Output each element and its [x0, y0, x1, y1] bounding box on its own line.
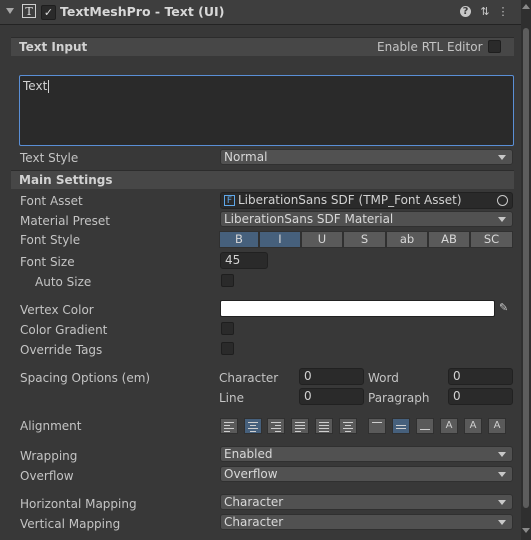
scroll-down-icon[interactable]	[522, 528, 530, 533]
font-asset-icon: F	[224, 195, 235, 206]
vertical-mapping-label: Vertical Mapping	[20, 517, 121, 531]
chevron-down-icon	[498, 500, 506, 505]
font-asset-field[interactable]: F LiberationSans SDF (TMP_Font Asset)	[220, 192, 513, 209]
line-spacing-label: Line	[219, 391, 245, 405]
font-style-strikethrough-button[interactable]: S	[343, 231, 386, 248]
scroll-up-icon[interactable]	[522, 4, 530, 9]
font-style-label: Font Style	[20, 233, 81, 247]
text-caret	[48, 80, 49, 93]
auto-size-checkbox[interactable]	[221, 274, 234, 287]
color-gradient-label: Color Gradient	[20, 323, 108, 337]
vertical-mapping-dropdown[interactable]: Character	[220, 514, 513, 530]
align-center-icon	[248, 422, 258, 434]
text-style-dropdown[interactable]: Normal	[220, 149, 513, 165]
align-top-button[interactable]	[368, 418, 386, 434]
eyedropper-icon[interactable]: ✎	[499, 301, 508, 314]
align-geometry-icon	[343, 422, 353, 434]
paragraph-spacing-label: Paragraph	[368, 391, 430, 405]
chevron-down-icon	[498, 217, 506, 222]
enable-rtl-editor-checkbox[interactable]	[488, 40, 501, 53]
text-input-value: Text	[23, 79, 48, 93]
vertex-color-swatch[interactable]	[220, 300, 495, 317]
overflow-label: Overflow	[20, 469, 74, 483]
align-flush-icon	[319, 422, 329, 434]
font-size-input[interactable]: 45	[220, 252, 268, 269]
component-title: TextMeshPro - Text (UI)	[60, 4, 225, 19]
align-justified-button[interactable]	[291, 418, 309, 434]
font-style-lowercase-button[interactable]: ab	[386, 231, 428, 248]
chevron-down-icon	[498, 452, 506, 457]
font-size-label: Font Size	[20, 255, 75, 269]
text-input-area[interactable]: Text	[19, 75, 514, 146]
component-enabled-checkbox[interactable]: ✓	[41, 5, 56, 20]
foldout-arrow-icon[interactable]	[6, 8, 14, 14]
wrapping-value: Enabled	[224, 447, 273, 461]
vertical-mapping-value: Character	[224, 515, 284, 529]
align-baseline-icon: A	[445, 420, 453, 431]
align-middle-button[interactable]	[392, 418, 410, 434]
scrollbar-thumb[interactable]	[523, 28, 529, 508]
align-flush-button[interactable]	[315, 418, 333, 434]
align-capline-button[interactable]: A	[488, 418, 506, 434]
character-spacing-label: Character	[219, 371, 279, 385]
main-settings-section-title: Main Settings	[19, 173, 113, 187]
font-style-italic-button[interactable]: I	[259, 231, 301, 248]
vertex-color-label: Vertex Color	[20, 303, 94, 317]
text-component-icon: T	[22, 4, 36, 18]
font-asset-value: LiberationSans SDF (TMP_Font Asset)	[238, 193, 462, 207]
auto-size-label: Auto Size	[35, 275, 92, 289]
font-style-bold-button[interactable]: B	[219, 231, 259, 248]
text-style-value: Normal	[224, 150, 268, 164]
align-midline-button[interactable]: A	[464, 418, 482, 434]
align-geometry-center-button[interactable]	[339, 418, 357, 434]
font-style-smallcaps-button[interactable]: SC	[470, 231, 513, 248]
chevron-down-icon	[498, 472, 506, 477]
text-input-section-title: Text Input	[19, 40, 88, 54]
align-middle-icon	[396, 425, 406, 431]
word-spacing-input[interactable]: 0	[448, 368, 513, 385]
align-midline-icon: A	[469, 420, 477, 431]
character-spacing-input[interactable]: 0	[299, 368, 364, 385]
align-bottom-icon	[420, 429, 430, 432]
font-style-underline-button[interactable]: U	[301, 231, 343, 248]
wrapping-label: Wrapping	[20, 449, 78, 463]
font-style-uppercase-button[interactable]: AB	[428, 231, 470, 248]
text-style-label: Text Style	[20, 151, 79, 165]
chevron-down-icon	[498, 520, 506, 525]
chevron-down-icon	[498, 155, 506, 160]
presets-icon[interactable]: ⇅	[478, 5, 492, 19]
horizontal-mapping-label: Horizontal Mapping	[20, 497, 137, 511]
align-top-icon	[372, 422, 382, 425]
horizontal-mapping-dropdown[interactable]: Character	[220, 494, 513, 510]
material-preset-value: LiberationSans SDF Material	[224, 212, 394, 226]
enable-rtl-editor-label: Enable RTL Editor	[377, 40, 483, 54]
align-left-button[interactable]	[220, 418, 238, 434]
overflow-dropdown[interactable]: Overflow	[220, 466, 513, 482]
color-gradient-checkbox[interactable]	[221, 322, 234, 335]
override-tags-checkbox[interactable]	[221, 342, 234, 355]
align-bottom-button[interactable]	[416, 418, 434, 434]
align-justified-icon	[295, 422, 305, 434]
horizontal-mapping-value: Character	[224, 495, 284, 509]
override-tags-label: Override Tags	[20, 343, 103, 357]
align-left-icon	[224, 422, 234, 434]
context-menu-icon[interactable]: ⋮	[496, 5, 510, 19]
paragraph-spacing-input[interactable]: 0	[448, 388, 513, 405]
wrapping-dropdown[interactable]: Enabled	[220, 446, 513, 462]
alignment-label: Alignment	[20, 419, 82, 433]
spacing-options-label: Spacing Options (em)	[20, 371, 151, 385]
align-center-button[interactable]	[244, 418, 262, 434]
align-right-icon	[271, 422, 281, 434]
object-picker-icon[interactable]	[497, 195, 508, 206]
align-baseline-button[interactable]: A	[440, 418, 458, 434]
align-capline-icon: A	[493, 420, 501, 431]
material-preset-label: Material Preset	[20, 214, 110, 228]
line-spacing-input[interactable]: 0	[299, 388, 364, 405]
font-asset-label: Font Asset	[20, 194, 83, 208]
overflow-value: Overflow	[224, 467, 278, 481]
word-spacing-label: Word	[368, 371, 399, 385]
align-right-button[interactable]	[267, 418, 285, 434]
material-preset-dropdown[interactable]: LiberationSans SDF Material	[220, 211, 513, 227]
help-icon[interactable]: ?	[460, 6, 471, 17]
